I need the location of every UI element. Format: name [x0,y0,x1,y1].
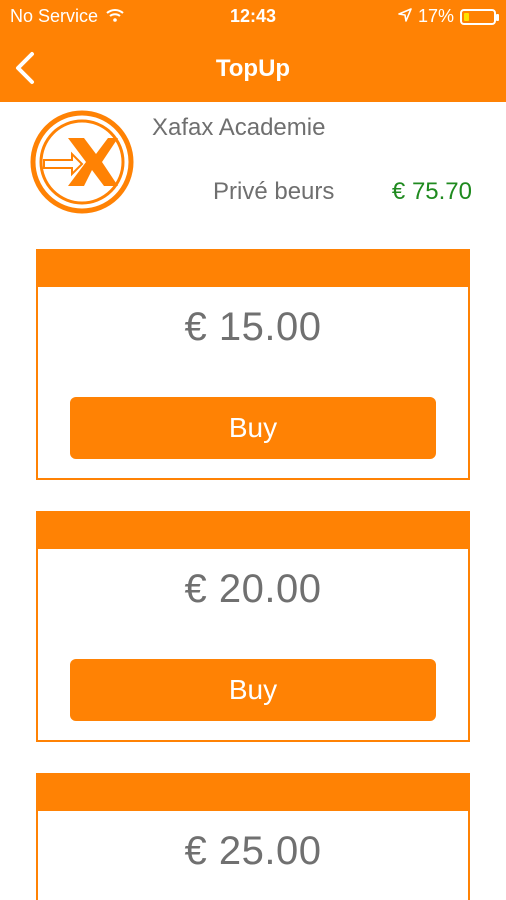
buy-button[interactable]: Buy [70,659,436,721]
xafax-logo-icon [30,110,134,214]
status-right-group: 17% [398,6,499,27]
card-header-band [38,251,468,287]
page-title: TopUp [215,55,291,82]
battery-percent: 17% [417,6,454,26]
package-amount: € 15.00 [184,305,322,349]
topup-package-card: € 20.00 Buy [36,511,470,742]
top-bar: No Service 12:43 17% TopUp [0,0,506,102]
topup-package-card: € 15.00 Buy [36,249,470,480]
package-amount: € 25.00 [184,829,322,873]
navigation-bar: TopUp [0,36,506,102]
package-amount: € 20.00 [184,567,322,611]
topup-screen: No Service 12:43 17% TopUp Xafax Academi… [0,0,506,900]
wallet-balance: € 75.70 [391,178,472,205]
card-header-band [38,775,468,811]
location-arrow-icon [398,6,412,27]
wallet-label: Privé beurs [213,178,335,205]
card-header-band [38,513,468,549]
account-header: Xafax Academie Privé beurs € 75.70 [0,102,506,222]
buy-button[interactable]: Buy [70,397,436,459]
organization-name: Xafax Academie [152,114,326,141]
battery-icon [460,8,499,25]
status-bar: No Service 12:43 17% [0,0,506,36]
topup-package-card: € 25.00 [36,773,470,900]
